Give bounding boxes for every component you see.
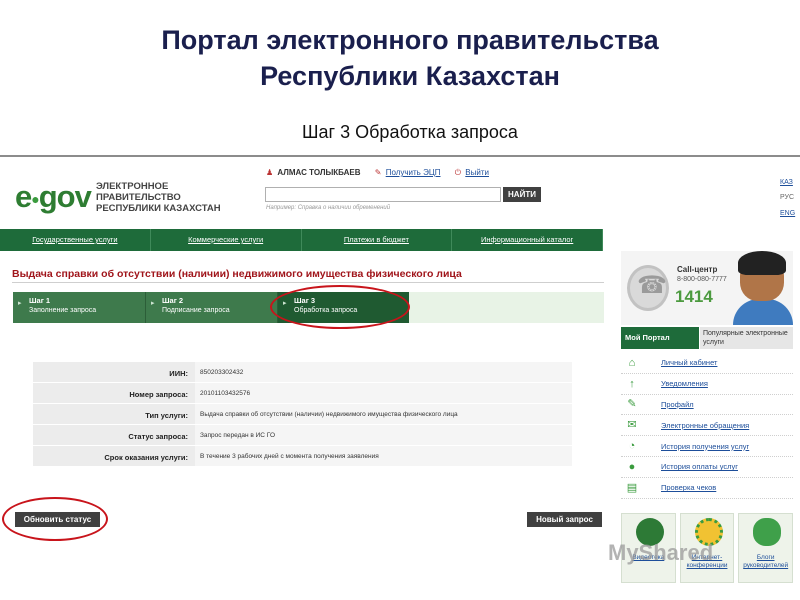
callcenter-short-number: 1414 [675,287,713,306]
appeal-icon: ✉ [627,419,637,432]
lang-eng[interactable]: ENG [780,210,795,217]
search-hint: Например: Справка о наличии обременений [266,205,391,211]
tab-popular-services[interactable]: Популярные электронные услуги [700,327,793,349]
table-row: Номер запроса: 20101103432576 [33,383,572,404]
notification-icon: ↑ [629,377,635,390]
table-row: Срок оказания услуги: В течение 3 рабочи… [33,446,572,467]
get-eds-link[interactable]: Получить ЭЦП [386,168,441,177]
callcenter-title: Call-центр [677,265,718,274]
menu-item-label[interactable]: Уведомления [661,379,708,388]
step-subtitle: Подписание запроса [162,307,230,314]
portal-menu: ⌂ Личный кабинет ↑ Уведомления ✎ Профайл… [621,353,793,499]
step-title: Шаг 1 [29,296,51,305]
info-label: Статус запроса: [33,425,195,445]
nav-item-gov-services[interactable]: Государственные услуги [0,229,151,251]
menu-item-receipts[interactable]: ▤ Проверка чеков [621,478,793,499]
history-icon: ◔ [628,440,636,453]
main-nav: Государственные услуги Коммерческие услу… [0,229,603,251]
menu-item-profile[interactable]: ✎ Профайл [621,395,793,416]
menu-item-label[interactable]: Проверка чеков [661,483,716,492]
portal-screenshot: e●gov ЭЛЕКТРОННОЕ ПРАВИТЕЛЬСТВО РЕСПУБЛИ… [0,155,800,600]
step-subtitle: Заполнение запроса [29,307,97,314]
callcenter-phone: 8-800-080-7777 [677,276,727,283]
step-1: ▸ Шаг 1 Заполнение запроса [13,292,145,323]
info-value: Выдача справки об отсутствии (наличии) н… [195,404,572,424]
key-icon: ✎ [374,168,382,177]
menu-item-appeals[interactable]: ✉ Электронные обращения [621,415,793,437]
user-icon: ♟ [266,168,274,177]
menu-item-notifications[interactable]: ↑ Уведомления [621,374,793,395]
logo-tagline: ЭЛЕКТРОННОЕ ПРАВИТЕЛЬСТВО РЕСПУБЛИКИ КАЗ… [96,181,221,214]
menu-item-label[interactable]: Электронные обращения [661,421,749,430]
request-info-table: ИИН: 850203302432 Номер запроса: 2010110… [33,362,572,467]
info-label: Тип услуги: [33,404,195,424]
home-icon: ⌂ [628,356,636,369]
profile-icon: ✎ [627,398,637,411]
slide-subtitle: Шаг 3 Обработка запроса [302,122,518,142]
operator-hair [738,251,786,275]
user-bar: ♟ АЛМАС ТОЛЫКБАЕВ ✎ Получить ЭЦП ⏻ Выйти [266,168,501,178]
table-row: ИИН: 850203302432 [33,362,572,383]
tab-my-portal[interactable]: Мой Портал [621,327,699,349]
step-title: Шаг 2 [162,296,184,305]
logout-link[interactable]: Выйти [465,168,489,177]
receipt-icon: ▤ [626,481,638,494]
table-row: Тип услуги: Выдача справки об отсутствии… [33,404,572,425]
menu-item-label[interactable]: Личный кабинет [661,358,717,367]
user-name: АЛМАС ТОЛЫКБАЕВ [277,168,361,177]
menu-item-label[interactable]: Профайл [661,400,694,409]
info-value: 20101103432576 [195,383,572,403]
divider [12,282,604,283]
menu-item-label[interactable]: История получения услуг [661,442,749,451]
nav-item-budget-payments[interactable]: Платежи в бюджет [302,229,453,251]
phone-icon: ☎ [637,272,667,299]
search-input[interactable] [265,187,501,202]
egov-logo[interactable]: e●gov [15,179,92,215]
tile-label[interactable]: Блоги руководителей [739,554,792,570]
menu-item-cabinet[interactable]: ⌂ Личный кабинет [621,353,793,374]
slide-title: Портал электронного правительства Респуб… [0,22,800,94]
table-row: Статус запроса: Запрос передан в ИС ГО [33,425,572,446]
info-value: 850203302432 [195,362,572,382]
info-label: Срок оказания услуги: [33,446,195,466]
step-2: ▸ Шаг 2 Подписание запроса [145,292,277,323]
watermark: MyShared [608,540,714,565]
nav-item-info-catalog[interactable]: Информационный каталог [452,229,603,251]
refresh-highlight-oval [2,497,108,541]
new-request-button[interactable]: Новый запрос [527,512,602,527]
tile-blogs[interactable]: Блоги руководителей [738,513,794,583]
lang-rus[interactable]: РУС [780,194,794,201]
slide-title-line1: Портал электронного правительства [161,25,659,55]
logout-icon: ⏻ [454,168,462,177]
chat-bubble-icon [753,518,782,546]
info-value: Запрос передан в ИС ГО [195,425,572,445]
step-arrow-icon: ▸ [18,300,22,307]
nav-item-commercial-services[interactable]: Коммерческие услуги [151,229,302,251]
page-title: Выдача справки об отсутствии (наличии) н… [12,268,462,280]
info-label: Номер запроса: [33,383,195,403]
search-button[interactable]: НАЙТИ [503,187,541,202]
lang-kaz[interactable]: КАЗ [780,179,793,186]
step-arrow-icon: ▸ [151,300,155,307]
step3-highlight-oval [270,285,410,329]
menu-item-payment-history[interactable]: ● История оплаты услуг [621,457,793,478]
slide-title-line2: Республики Казахстан [260,61,560,91]
menu-item-service-history[interactable]: ◔ История получения услуг [621,436,793,457]
info-value: В течение 3 рабочих дней с момента получ… [195,446,572,466]
info-label: ИИН: [33,362,195,382]
payment-icon: ● [628,460,636,473]
menu-item-label[interactable]: История оплаты услуг [661,462,738,471]
